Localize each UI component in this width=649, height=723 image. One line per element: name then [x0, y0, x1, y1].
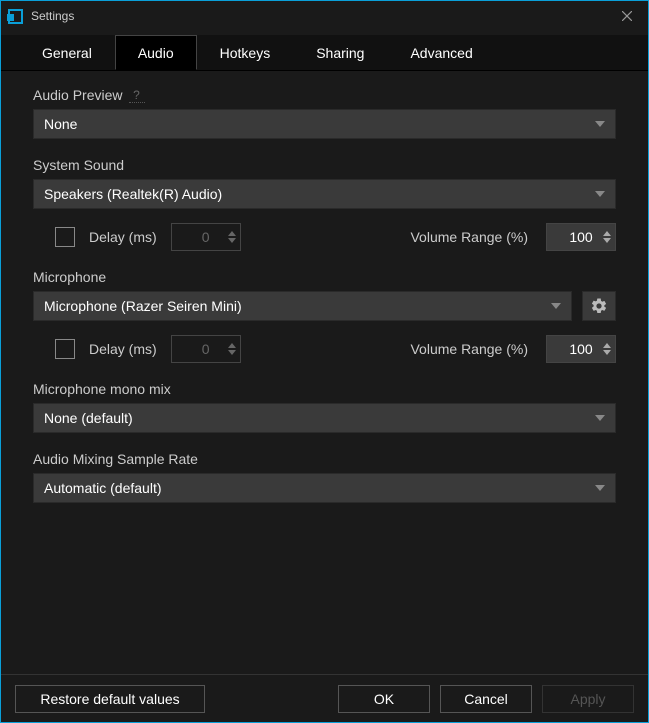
chevron-down-icon — [603, 238, 611, 243]
mono-mix-section: Microphone mono mix None (default) — [33, 381, 616, 433]
chevron-down-icon — [595, 121, 605, 127]
mic-delay-value: 0 — [202, 341, 210, 357]
tabbar: General Audio Hotkeys Sharing Advanced — [1, 35, 648, 71]
restore-defaults-button[interactable]: Restore default values — [15, 685, 205, 713]
chevron-down-icon — [595, 191, 605, 197]
system-sound-value: Speakers (Realtek(R) Audio) — [44, 186, 595, 202]
sample-rate-value: Automatic (default) — [44, 480, 595, 496]
mic-delay-checkbox[interactable] — [55, 339, 75, 359]
microphone-settings-button[interactable] — [582, 291, 616, 321]
mic-volume-value: 100 — [569, 341, 592, 357]
tab-advanced[interactable]: Advanced — [387, 35, 495, 70]
tab-audio[interactable]: Audio — [115, 35, 197, 70]
mic-volume-label: Volume Range (%) — [410, 341, 528, 357]
tab-sharing[interactable]: Sharing — [293, 35, 387, 70]
chevron-up-icon — [603, 343, 611, 348]
system-delay-label: Delay (ms) — [89, 229, 157, 245]
system-volume-stepper[interactable]: 100 — [546, 223, 616, 251]
chevron-up-icon — [228, 231, 236, 236]
tab-hotkeys[interactable]: Hotkeys — [197, 35, 294, 70]
chevron-down-icon — [603, 350, 611, 355]
chevron-down-icon — [595, 415, 605, 421]
sample-rate-dropdown[interactable]: Automatic (default) — [33, 473, 616, 503]
microphone-section: Microphone Microphone (Razer Seiren Mini… — [33, 269, 616, 363]
system-delay-checkbox[interactable] — [55, 227, 75, 247]
ok-button[interactable]: OK — [338, 685, 430, 713]
system-delay-stepper[interactable]: 0 — [171, 223, 241, 251]
window-title: Settings — [31, 9, 74, 23]
mono-mix-label: Microphone mono mix — [33, 381, 171, 397]
settings-body: Audio Preview ? None System Sound Speake… — [1, 71, 648, 674]
mic-delay-stepper[interactable]: 0 — [171, 335, 241, 363]
chevron-down-icon — [228, 238, 236, 243]
system-sound-label: System Sound — [33, 157, 124, 173]
system-sound-section: System Sound Speakers (Realtek(R) Audio)… — [33, 157, 616, 251]
microphone-dropdown[interactable]: Microphone (Razer Seiren Mini) — [33, 291, 572, 321]
audio-preview-label: Audio Preview — [33, 87, 123, 103]
system-volume-value: 100 — [569, 229, 592, 245]
close-button[interactable] — [612, 1, 642, 31]
chevron-down-icon — [228, 350, 236, 355]
cancel-button[interactable]: Cancel — [440, 685, 532, 713]
chevron-up-icon — [228, 343, 236, 348]
chevron-up-icon — [603, 231, 611, 236]
audio-preview-value: None — [44, 116, 595, 132]
system-volume-label: Volume Range (%) — [410, 229, 528, 245]
chevron-down-icon — [595, 485, 605, 491]
titlebar: Settings — [1, 1, 648, 31]
audio-preview-dropdown[interactable]: None — [33, 109, 616, 139]
audio-preview-section: Audio Preview ? None — [33, 87, 616, 139]
mic-delay-label: Delay (ms) — [89, 341, 157, 357]
mono-mix-value: None (default) — [44, 410, 595, 426]
tab-general[interactable]: General — [19, 35, 115, 70]
help-icon[interactable]: ? — [129, 87, 145, 103]
sample-rate-section: Audio Mixing Sample Rate Automatic (defa… — [33, 451, 616, 503]
chevron-down-icon — [551, 303, 561, 309]
app-icon — [7, 8, 23, 24]
sample-rate-label: Audio Mixing Sample Rate — [33, 451, 198, 467]
system-delay-value: 0 — [202, 229, 210, 245]
mono-mix-dropdown[interactable]: None (default) — [33, 403, 616, 433]
system-sound-dropdown[interactable]: Speakers (Realtek(R) Audio) — [33, 179, 616, 209]
microphone-value: Microphone (Razer Seiren Mini) — [44, 298, 551, 314]
mic-volume-stepper[interactable]: 100 — [546, 335, 616, 363]
settings-window: Settings General Audio Hotkeys Sharing A… — [0, 0, 649, 723]
apply-button[interactable]: Apply — [542, 685, 634, 713]
footer: Restore default values OK Cancel Apply — [1, 674, 648, 722]
gear-icon — [590, 297, 608, 315]
microphone-label: Microphone — [33, 269, 106, 285]
